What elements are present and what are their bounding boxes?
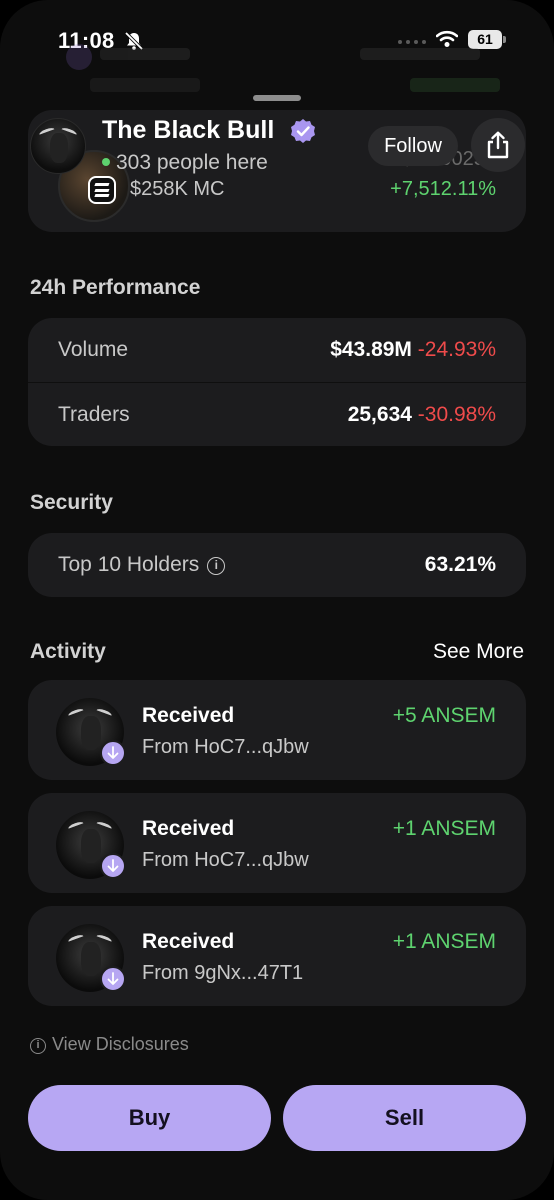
volume-row: Volume $43.89M -24.93% xyxy=(28,318,526,382)
share-icon xyxy=(487,131,509,159)
activity-amount: +1 ANSEM xyxy=(392,930,496,953)
performance-card: Volume $43.89M -24.93% Traders 25,634 -3… xyxy=(28,318,526,446)
activity-amount: +5 ANSEM xyxy=(392,704,496,727)
traders-change: -30.98% xyxy=(417,403,496,426)
market-cap: $258K MC xyxy=(130,178,225,200)
top-holders-label: Top 10 Holders xyxy=(58,553,200,576)
activity-title: Received xyxy=(142,930,235,953)
buy-button[interactable]: Buy xyxy=(28,1085,271,1151)
traders-label: Traders xyxy=(58,403,130,426)
verified-badge-icon xyxy=(291,119,315,143)
activity-item[interactable]: Received From HoC7...qJbw +5 ANSEM xyxy=(28,680,526,780)
battery-tip xyxy=(503,36,506,43)
activity-amount: +1 ANSEM xyxy=(392,817,496,840)
view-disclosures-link[interactable]: i View Disclosures xyxy=(30,1034,189,1055)
performance-title: 24h Performance xyxy=(30,276,201,299)
arrow-down-icon xyxy=(100,966,126,992)
activity-from: From 9gNx...47T1 xyxy=(142,962,304,984)
sheet-grabber[interactable] xyxy=(253,95,301,101)
solana-icon xyxy=(88,176,116,204)
price-change: +7,512.11% xyxy=(390,178,496,200)
share-button[interactable] xyxy=(471,118,525,172)
background-content xyxy=(60,40,500,100)
info-icon[interactable]: i xyxy=(207,557,226,575)
sell-button[interactable]: Sell xyxy=(283,1085,526,1151)
online-indicator xyxy=(102,158,110,166)
follow-button[interactable]: Follow xyxy=(368,126,458,166)
activity-from: From HoC7...qJbw xyxy=(142,736,309,758)
token-name: The Black Bull xyxy=(102,116,275,144)
community-avatar[interactable] xyxy=(30,118,86,174)
activity-title: Activity xyxy=(30,640,106,663)
activity-item[interactable]: Received From 9gNx...47T1 +1 ANSEM xyxy=(28,906,526,1006)
traders-row: Traders 25,634 -30.98% xyxy=(28,382,526,446)
app-screen: 11:08 61 $258K MC $0.000258 +7,512.11% T… xyxy=(0,0,554,1200)
disclosures-label: View Disclosures xyxy=(52,1034,189,1054)
activity-item[interactable]: Received From HoC7...qJbw +1 ANSEM xyxy=(28,793,526,893)
volume-label: Volume xyxy=(58,338,129,361)
activity-title: Received xyxy=(142,817,235,840)
people-count: 303 people here xyxy=(116,151,268,174)
arrow-down-icon xyxy=(100,740,126,766)
traders-value: 25,634 xyxy=(347,403,412,426)
security-title: Security xyxy=(30,491,113,514)
volume-value: $43.89M xyxy=(330,338,412,361)
activity-from: From HoC7...qJbw xyxy=(142,849,309,871)
see-more-link[interactable]: See More xyxy=(433,640,524,664)
top-holders-row[interactable]: Top 10 Holders i 63.21% xyxy=(28,533,526,597)
volume-change: -24.93% xyxy=(417,338,496,361)
top-holders-value: 63.21% xyxy=(424,553,496,576)
activity-title: Received xyxy=(142,704,235,727)
arrow-down-icon xyxy=(100,853,126,879)
security-card: Top 10 Holders i 63.21% xyxy=(28,533,526,597)
info-icon: i xyxy=(30,1038,46,1054)
